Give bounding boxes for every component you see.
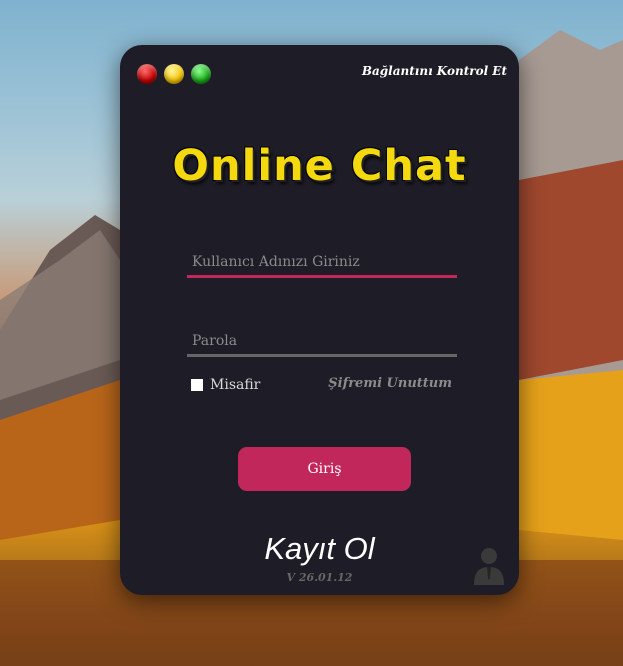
login-window: Bağlantını Kontrol Et Online Chat Misafi… xyxy=(120,45,519,595)
guest-label: Misafir xyxy=(210,377,261,393)
guest-option[interactable]: Misafir xyxy=(191,377,260,393)
app-logo: Online Chat xyxy=(172,141,467,191)
register-link[interactable]: Kayıt Ol xyxy=(120,531,519,567)
user-silhouette-icon[interactable] xyxy=(472,545,506,585)
minimize-button[interactable] xyxy=(164,64,184,84)
close-button[interactable] xyxy=(137,64,157,84)
version-label: V 26.01.12 xyxy=(286,571,353,584)
username-input[interactable] xyxy=(187,248,457,278)
check-connection-link[interactable]: Bağlantını Kontrol Et xyxy=(362,64,507,78)
forgot-password-link[interactable]: Şifremi Unuttum xyxy=(328,376,452,391)
maximize-button[interactable] xyxy=(191,64,211,84)
password-input[interactable] xyxy=(187,327,457,357)
login-button[interactable]: Giriş xyxy=(238,447,411,491)
guest-checkbox[interactable] xyxy=(191,379,203,391)
